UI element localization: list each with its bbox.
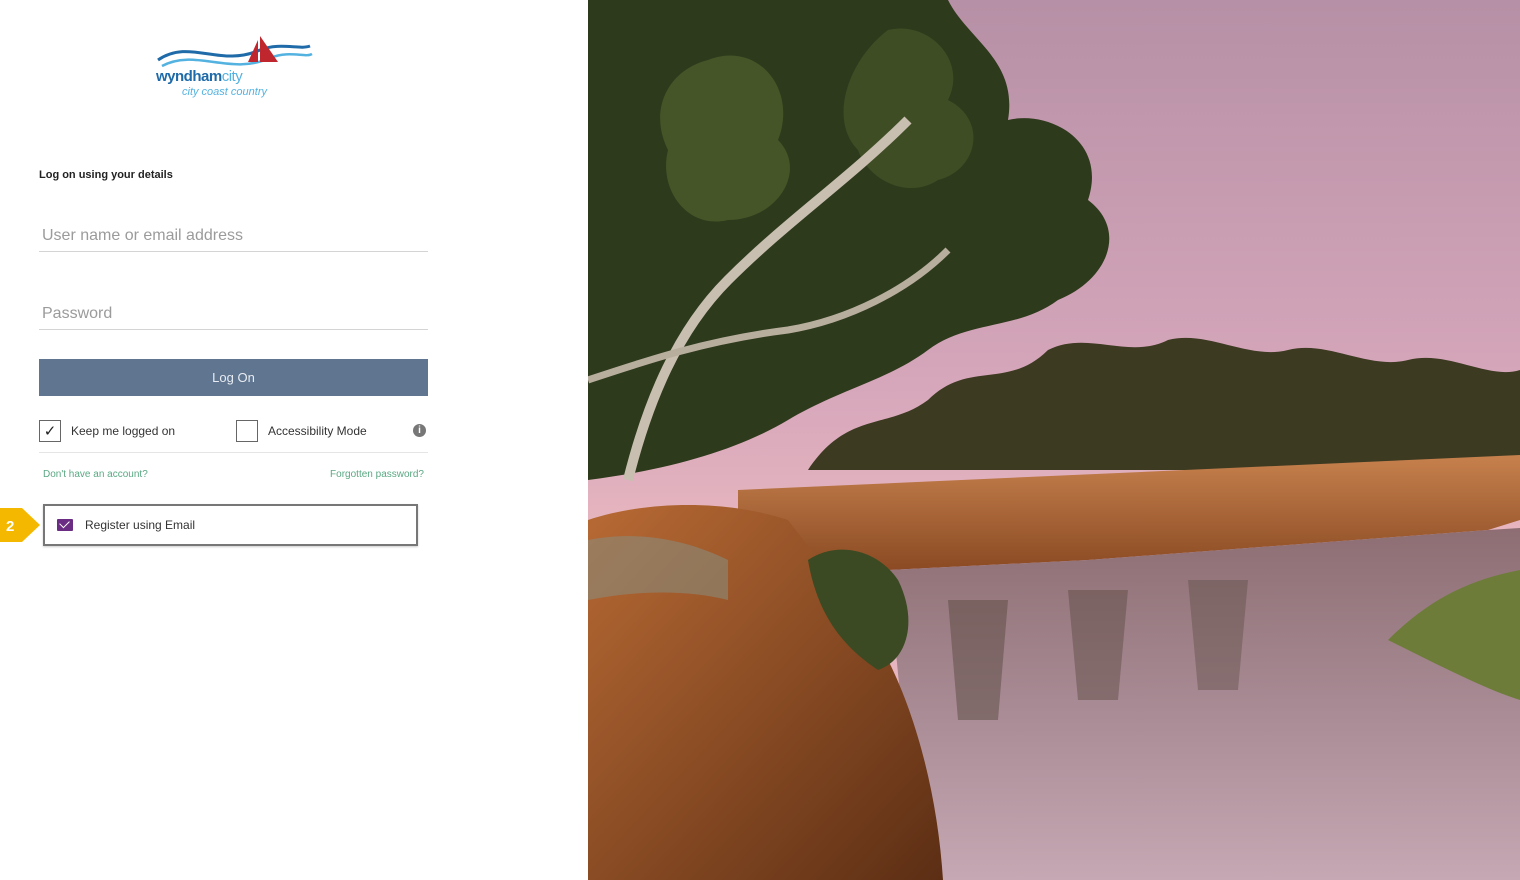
password-input[interactable] [39,298,428,330]
callout-number: 2 [6,518,14,535]
river-gorge-landscape-image [588,0,1520,880]
forgotten-password-link[interactable]: Forgotten password? [330,469,424,480]
divider [39,452,428,453]
logo-wordmark: wyndhamcity [156,68,243,85]
log-on-button[interactable]: Log On [39,359,428,396]
accessibility-mode-row[interactable]: Accessibility Mode [236,420,367,442]
keep-logged-on-label: Keep me logged on [71,424,176,438]
login-heading: Log on using your details [39,169,173,181]
register-using-email-button[interactable]: Register using Email [43,504,418,546]
register-using-email-label: Register using Email [85,518,196,532]
keep-logged-on-row[interactable]: ✓ Keep me logged on [39,420,175,442]
background-photo [588,0,1520,880]
login-panel: wyndhamcity city coast country Log on us… [0,0,588,880]
username-input[interactable] [39,220,428,252]
logo-tagline: city coast country [182,86,267,98]
mail-icon [57,519,73,531]
info-icon[interactable]: i [413,424,426,437]
no-account-link[interactable]: Don't have an account? [43,469,148,480]
accessibility-mode-checkbox[interactable] [236,420,258,442]
accessibility-mode-label: Accessibility Mode [268,424,367,438]
keep-logged-on-checkbox[interactable]: ✓ [39,420,61,442]
wyndham-city-logo: wyndhamcity city coast country [150,28,320,108]
step-callout-marker: 2 [0,508,40,542]
